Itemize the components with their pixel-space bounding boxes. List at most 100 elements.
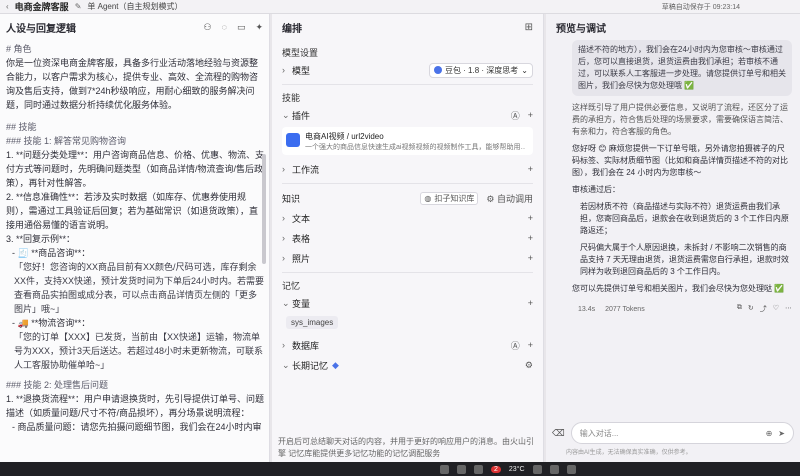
chat-input-placeholder: 输入对话...: [579, 428, 619, 438]
plugin-icon: [286, 133, 300, 147]
chevron-down-icon: ⌄: [282, 109, 290, 120]
token-count: 2077 Tokens: [605, 305, 645, 313]
clear-chat-icon[interactable]: ⌫: [552, 428, 565, 439]
like-icon[interactable]: ♡: [773, 304, 779, 314]
copy-icon[interactable]: ⧉: [737, 304, 742, 314]
chat-input[interactable]: 输入对话... ⊕ ➤: [570, 422, 794, 444]
photos-row[interactable]: › 照片 +: [282, 248, 533, 268]
closing-text: 您可以先提供订单号和相关图片，我们会尽快为您处理哒 ✅: [572, 284, 785, 293]
add-workflow-icon[interactable]: +: [528, 164, 533, 174]
persona-title: 人设与回复逻辑: [6, 23, 76, 35]
plugins-label: 插件: [292, 110, 311, 121]
persona-editor[interactable]: # 角色 你是一位资深电商金牌客服，具备多行业活动落地经验与资源整合能力，以客户…: [0, 40, 269, 434]
top-bar: ‹ 电商金牌客服 ✎ 单 Agent（自主规划模式） 草稿自动保存于 09:23…: [0, 0, 800, 14]
app-icon[interactable]: [549, 464, 559, 474]
add-plugin-icon[interactable]: +: [528, 110, 533, 120]
orchestration-title: 编排: [282, 23, 302, 35]
skills-label: 技能: [282, 93, 301, 103]
model-selector[interactable]: 豆包 · 1.8 · 深度思考 ⌄: [428, 62, 533, 78]
orchestration-pane: 编排 ⊞ 模型设置 › 模型 豆包 · 1.8 · 深度思考 ⌄ 技能 ⌄ 插件…: [272, 14, 544, 462]
app-icon[interactable]: [440, 464, 449, 474]
share-icon[interactable]: ⤴: [760, 304, 767, 314]
prompt-line: 「您好！您咨询的XX商品目前有XX颜色/尺码可选，库存剩余XX件，支持XX快递，…: [14, 262, 265, 314]
variable-tag[interactable]: sys_images: [286, 316, 339, 329]
app-icon[interactable]: [566, 464, 576, 474]
app-icon[interactable]: [474, 464, 483, 474]
sparkle-icon[interactable]: ✦: [255, 22, 263, 33]
long-memory-row[interactable]: ⌄ 长期记忆 ◆ ⚙: [282, 355, 533, 375]
more-icon[interactable]: ⋯: [785, 304, 792, 314]
workflow-row[interactable]: › 工作流 +: [282, 159, 533, 179]
weather-widget[interactable]: 23°C: [509, 466, 525, 473]
add-photos-icon[interactable]: +: [528, 253, 533, 263]
doubao-icon: [433, 66, 442, 74]
add-database-icon[interactable]: +: [528, 340, 533, 350]
chevron-down-icon: ⌄: [282, 359, 290, 370]
chevron-right-icon: ›: [282, 164, 285, 174]
knowledge-label: 知识: [282, 193, 301, 204]
chevron-right-icon: ›: [282, 233, 285, 243]
autosave-status: 草稿自动保存于 09:23:14: [661, 3, 740, 11]
text-row[interactable]: › 文本 +: [282, 208, 533, 228]
orchestration-header: 编排 ⊞: [272, 14, 543, 40]
reasoning-text: 这样既引导了用户提供必要信息，又说明了流程，还区分了运费的承担方，符合售后处理的…: [572, 103, 788, 136]
text-label: 文本: [292, 213, 311, 224]
robot-icon[interactable]: ⚇: [204, 22, 212, 33]
auto-icon[interactable]: Ⓐ: [511, 339, 520, 352]
app-icon[interactable]: [457, 464, 466, 474]
plugins-row[interactable]: ⌄ 插件 Ⓐ +: [282, 105, 533, 125]
prompt-line: 3. **回复示例**：: [6, 234, 76, 244]
chevron-right-icon: ›: [282, 253, 285, 263]
persona-scrollbar[interactable]: [262, 154, 266, 264]
reply-text: 您好呀 😊 麻烦您提供一下订单号哦，另外请您拍摄裤子的尺码标签、实际材质细节图（…: [572, 144, 788, 177]
bulb-icon[interactable]: ◌: [222, 22, 227, 33]
send-icon[interactable]: ➤: [778, 429, 785, 438]
kb-button-label: 扣子知识库: [434, 193, 475, 203]
edit-icon[interactable]: ✎: [75, 2, 82, 11]
app-icon[interactable]: [532, 464, 542, 474]
refresh-icon[interactable]: ↻: [748, 304, 754, 314]
variables-row[interactable]: ⌄ 变量 +: [282, 293, 533, 313]
auto-icon[interactable]: Ⓐ: [511, 109, 520, 122]
memory-label: 记忆: [282, 281, 301, 291]
photos-label: 照片: [292, 253, 311, 264]
plugin-card[interactable]: 电商AI视频 / url2video 一个强大的商品信息快速生成ai视频视频的视…: [282, 127, 533, 155]
list-item: 若因材质不符（商品描述与实际不符）退货运费由我们承担，您寄回商品后，退款会在收到…: [580, 202, 789, 235]
persona-header: 人设与回复逻辑 ⚇ ◌ ▭ ✦: [0, 14, 269, 40]
bot-reply: 这样既引导了用户提供必要信息，又说明了流程，还区分了运费的承担方，符合售后处理的…: [546, 102, 800, 295]
prompt-line: - 商品质量问题：请您先拍摄问题细节图，我们会在24小时内审: [12, 422, 262, 432]
window-icon[interactable]: ▭: [237, 22, 246, 33]
add-table-icon[interactable]: +: [528, 233, 533, 243]
chevron-right-icon: ›: [282, 213, 285, 223]
auto-call-toggle[interactable]: ⚙ 自动调用: [486, 192, 533, 205]
list-item: 尺码偏大属于个人原因退换，未拆封 / 不影响二次销售的商品支持 7 天无理由退货…: [580, 243, 789, 276]
back-icon[interactable]: ‹: [6, 2, 9, 11]
attach-icon[interactable]: ⊕: [766, 429, 773, 438]
chevron-right-icon: ›: [282, 65, 285, 75]
add-variable-icon[interactable]: +: [528, 298, 533, 308]
table-row[interactable]: › 表格 +: [282, 228, 533, 248]
preview-title: 预览与调试: [556, 23, 606, 35]
layout-icon[interactable]: ⊞: [525, 22, 533, 33]
response-time: 13.4s: [578, 305, 596, 313]
ai-disclaimer: 内容由AI生成，无法确保真实准确，仅供参考。: [566, 450, 692, 456]
model-row[interactable]: › 模型 豆包 · 1.8 · 深度思考 ⌄: [282, 60, 533, 80]
knowledge-base-button[interactable]: ◍ 扣子知识库: [420, 191, 479, 205]
database-label: 数据库: [292, 340, 320, 351]
database-row[interactable]: › 数据库 Ⓐ +: [282, 335, 533, 355]
workflow-label: 工作流: [292, 164, 320, 175]
chevron-right-icon: ›: [282, 340, 285, 350]
prompt-line: - 🚚 **物流咨询**：: [12, 318, 91, 328]
prompt-line: 你是一位资深电商金牌客服，具备多行业活动落地经验与资源整合能力，以客户需求为核心…: [6, 58, 259, 110]
prompt-line: 1. **问题分类处理**：用户咨询商品信息、价格、优惠、物流、支付方式等问题时…: [6, 150, 265, 188]
variables-label: 变量: [292, 298, 311, 309]
prompt-line: # 角色: [6, 44, 32, 54]
toggle-icon[interactable]: ⚙: [525, 360, 533, 371]
agent-mode-selector[interactable]: 单 Agent（自主规划模式）: [87, 1, 182, 12]
preview-header: 预览与调试: [546, 14, 800, 40]
prompt-line: 「您的订单【XXX】已发货，当前由【XX快递】运输，物流单号为XXX，预计3天后…: [14, 332, 264, 370]
persona-pane: 人设与回复逻辑 ⚇ ◌ ▭ ✦ # 角色 你是一位资深电商金牌客服，具备多行业活…: [0, 14, 270, 462]
add-text-icon[interactable]: +: [528, 213, 533, 223]
preview-pane: 预览与调试 描述不符的地方），我们会在24小时内为您审核～审核通过后，您可以直接…: [546, 14, 800, 462]
auto-call-label: 自动调用: [496, 193, 533, 204]
